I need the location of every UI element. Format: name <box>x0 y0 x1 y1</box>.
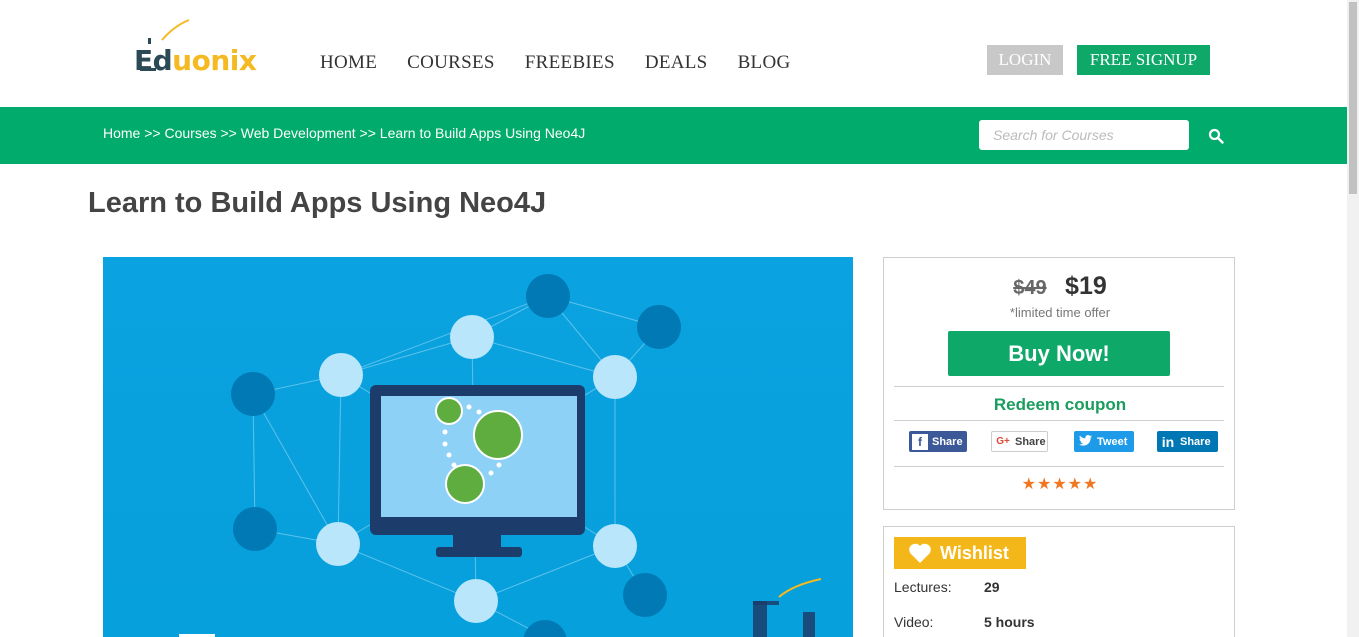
linkedin-share-button[interactable]: in Share <box>1157 431 1218 452</box>
site-header: Eduonix HOME COURSES FREEBIES DEALS BLOG… <box>0 0 1347 107</box>
divider <box>894 466 1224 467</box>
main-nav: HOME COURSES FREEBIES DEALS BLOG <box>320 52 790 74</box>
course-info-box: Wishlist Lectures: 29 Video: 5 hours <box>883 526 1235 637</box>
video-label: Video: <box>894 614 934 630</box>
twitter-tweet-button[interactable]: Tweet <box>1074 431 1134 452</box>
course-hero-image <box>103 257 853 637</box>
tweet-label: Tweet <box>1097 435 1128 448</box>
login-button[interactable]: LOGIN <box>987 45 1063 75</box>
nav-blog[interactable]: BLOG <box>738 52 791 74</box>
google-plus-share-button[interactable]: G+ Share <box>991 431 1048 452</box>
redeem-coupon-link[interactable]: Redeem coupon <box>884 395 1236 415</box>
linkedin-icon: in <box>1161 433 1175 450</box>
video-value: 5 hours <box>984 614 1035 630</box>
wishlist-button[interactable]: Wishlist <box>894 537 1026 569</box>
wishlist-label: Wishlist <box>940 542 1009 563</box>
search-icon[interactable] <box>1208 128 1224 144</box>
nav-courses[interactable]: COURSES <box>407 52 495 74</box>
heart-icon <box>909 543 931 563</box>
search-input[interactable] <box>979 120 1189 150</box>
free-signup-button[interactable]: FREE SIGNUP <box>1077 45 1210 75</box>
breadcrumb-bar: Home >> Courses >> Web Development >> Le… <box>0 107 1347 164</box>
share-label: Share <box>1180 435 1211 448</box>
divider <box>894 420 1224 421</box>
divider <box>894 386 1224 387</box>
rating-stars: ★★★★★ <box>1021 476 1099 493</box>
sale-price: $19 <box>1065 272 1107 300</box>
nav-freebies[interactable]: FREEBIES <box>525 52 615 74</box>
facebook-icon: f <box>912 433 928 450</box>
eduonix-logo[interactable]: Eduonix <box>134 18 279 80</box>
buy-now-button[interactable]: Buy Now! <box>948 331 1170 376</box>
scrollbar-thumb[interactable] <box>1349 2 1357 194</box>
facebook-share-button[interactable]: f Share <box>909 431 967 452</box>
neo4j-network-illustration <box>179 274 822 637</box>
original-price: $49 <box>1013 277 1047 299</box>
share-label: Share <box>932 435 963 448</box>
lectures-value: 29 <box>984 579 1000 595</box>
twitter-icon <box>1077 434 1093 450</box>
nav-home[interactable]: HOME <box>320 52 377 74</box>
page-title: Learn to Build Apps Using Neo4J <box>88 187 547 219</box>
nav-deals[interactable]: DEALS <box>645 52 708 74</box>
price-box: $49 $19 *limited time offer Buy Now! Red… <box>883 257 1235 510</box>
limited-offer-note: *limited time offer <box>1009 305 1111 320</box>
google-plus-icon: G+ <box>996 435 1010 447</box>
page-scrollbar[interactable] <box>1347 0 1359 637</box>
breadcrumb[interactable]: Home >> Courses >> Web Development >> Le… <box>103 125 585 141</box>
share-label: Share <box>1015 435 1046 448</box>
logo-text: Eduonix <box>134 44 257 77</box>
lectures-label: Lectures: <box>894 579 952 595</box>
price-row: $49 $19 <box>884 272 1236 301</box>
